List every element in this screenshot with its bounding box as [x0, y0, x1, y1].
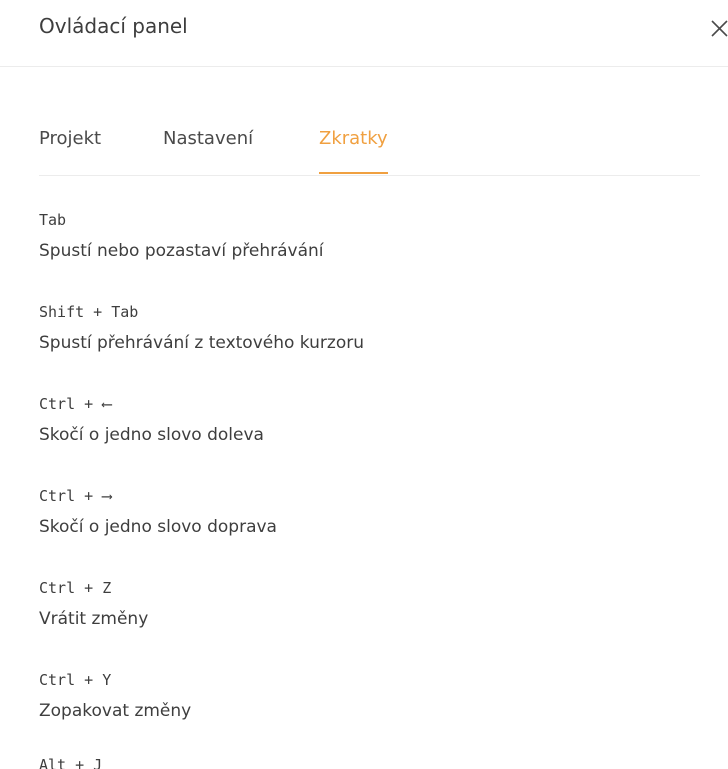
- shortcut-key: Ctrl + ⟵: [39, 395, 112, 413]
- tab-zkratky[interactable]: Zkratky: [319, 128, 388, 174]
- tab-projekt[interactable]: Projekt: [39, 128, 101, 174]
- shortcut-description: Skočí o jedno slovo doprava: [39, 517, 277, 537]
- panel-title: Ovládací panel: [39, 14, 188, 38]
- shortcut-key: Ctrl + Z: [39, 579, 112, 597]
- shortcut-description: Vrátit změny: [39, 609, 149, 629]
- shortcut-item: Ctrl + ⟵ Skočí o jedno slovo doleva: [39, 392, 699, 484]
- shortcut-item: Shift + Tab Spustí přehrávání z textovéh…: [39, 300, 699, 392]
- panel-header: Ovládací panel: [0, 0, 728, 67]
- shortcut-item-partial: Alt + J: [39, 753, 239, 769]
- shortcut-key: Alt + J: [39, 756, 103, 769]
- shortcut-key: Tab: [39, 211, 67, 229]
- shortcut-description: Skočí o jedno slovo doleva: [39, 425, 264, 445]
- shortcut-key: Ctrl + ⟶: [39, 487, 112, 505]
- shortcut-list: Tab Spustí nebo pozastaví přehrávání Shi…: [39, 208, 699, 760]
- shortcut-item: Ctrl + Z Vrátit změny: [39, 576, 699, 668]
- shortcut-item: Ctrl + ⟶ Skočí o jedno slovo doprava: [39, 484, 699, 576]
- shortcut-key: Shift + Tab: [39, 303, 139, 321]
- shortcut-description: Zopakovat změny: [39, 701, 192, 721]
- shortcut-key: Ctrl + Y: [39, 671, 112, 689]
- shortcut-description: Spustí nebo pozastaví přehrávání: [39, 241, 324, 261]
- tab-nastaveni[interactable]: Nastavení: [163, 128, 253, 174]
- tab-bar: Projekt Nastavení Zkratky: [39, 126, 700, 176]
- close-icon[interactable]: [710, 16, 728, 40]
- shortcut-item: Ctrl + Y Zopakovat změny: [39, 668, 699, 760]
- shortcut-description: Spustí přehrávání z textového kurzoru: [39, 333, 364, 353]
- shortcut-item: Tab Spustí nebo pozastaví přehrávání: [39, 208, 699, 300]
